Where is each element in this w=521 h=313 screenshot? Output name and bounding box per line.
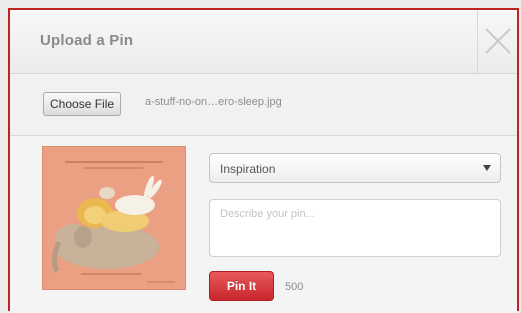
- close-button[interactable]: [477, 10, 517, 73]
- selected-file-name: a-stuff-no-on…ero-sleep.jpg: [145, 96, 282, 108]
- chevron-down-icon: [483, 165, 491, 171]
- board-select[interactable]: Inspiration: [209, 153, 501, 183]
- upload-pin-dialog: Upload a Pin Choose File a-stuff-no-on…e…: [8, 8, 519, 313]
- board-select-value: Inspiration: [220, 162, 276, 176]
- character-count: 500: [285, 281, 304, 293]
- preview-illustration: [43, 147, 185, 289]
- close-icon: [485, 28, 511, 54]
- pin-it-button[interactable]: Pin It: [209, 271, 274, 301]
- description-input[interactable]: [209, 199, 501, 257]
- dialog-title: Upload a Pin: [40, 32, 134, 49]
- dialog-header: Upload a Pin: [10, 10, 517, 74]
- choose-file-button[interactable]: Choose File: [43, 92, 122, 116]
- pin-preview-image: [42, 146, 186, 290]
- pin-form: Inspiration Pin It 500: [10, 136, 517, 313]
- file-picker-row: Choose File a-stuff-no-on…ero-sleep.jpg: [10, 74, 517, 136]
